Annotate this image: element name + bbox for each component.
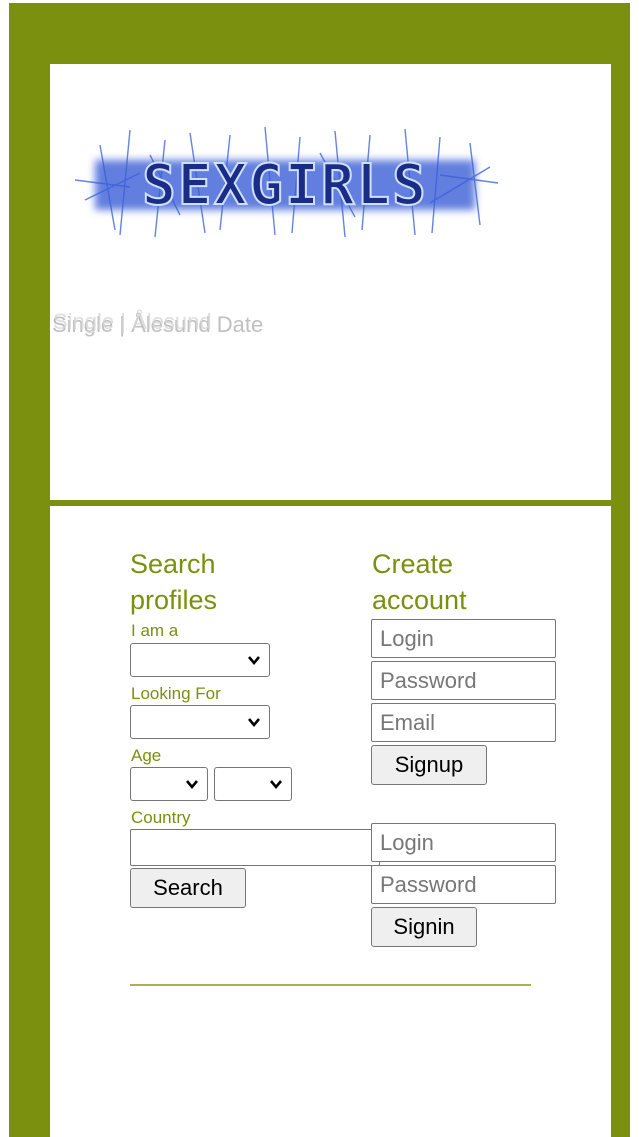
signup-button[interactable]: Signup — [371, 745, 487, 785]
search-profiles-heading: Search profiles — [130, 546, 217, 618]
signup-email-field[interactable] — [371, 703, 556, 742]
age-min-select[interactable] — [130, 767, 208, 801]
signin-password-field[interactable] — [371, 865, 556, 904]
signup-password-field[interactable] — [371, 661, 556, 700]
search-button[interactable]: Search — [130, 868, 246, 908]
i-am-select[interactable] — [130, 643, 270, 677]
signup-title-line1: Create — [372, 549, 454, 579]
signin-button[interactable]: Signin — [371, 907, 477, 947]
signup-login-field[interactable] — [371, 619, 556, 658]
svg-text:SEXGIRLS: SEXGIRLS — [142, 153, 428, 218]
looking-for-select[interactable] — [130, 705, 270, 739]
chevron-down-icon — [186, 780, 198, 790]
create-account-heading: Create account — [372, 546, 467, 618]
tagline: Single | Ålesund Date Single | Ålesund — [52, 309, 263, 338]
chevron-down-icon — [248, 718, 260, 728]
section-divider — [130, 984, 531, 986]
search-title-line2: profiles — [130, 585, 218, 615]
i-am-label: I am a — [131, 621, 179, 640]
signup-title-line2: account — [372, 585, 467, 615]
country-input[interactable] — [130, 829, 380, 866]
chevron-down-icon — [270, 780, 282, 790]
search-title-line1: Search — [130, 549, 216, 579]
chevron-down-icon — [248, 656, 260, 666]
age-label: Age — [131, 746, 162, 765]
looking-for-label: Looking For — [131, 684, 221, 703]
signin-login-field[interactable] — [371, 823, 556, 862]
age-max-select[interactable] — [214, 767, 292, 801]
tagline-ghost-text: Single | Ålesund — [53, 309, 212, 334]
site-logo[interactable]: SEXGIRLS — [70, 125, 500, 240]
country-label: Country — [131, 808, 191, 827]
